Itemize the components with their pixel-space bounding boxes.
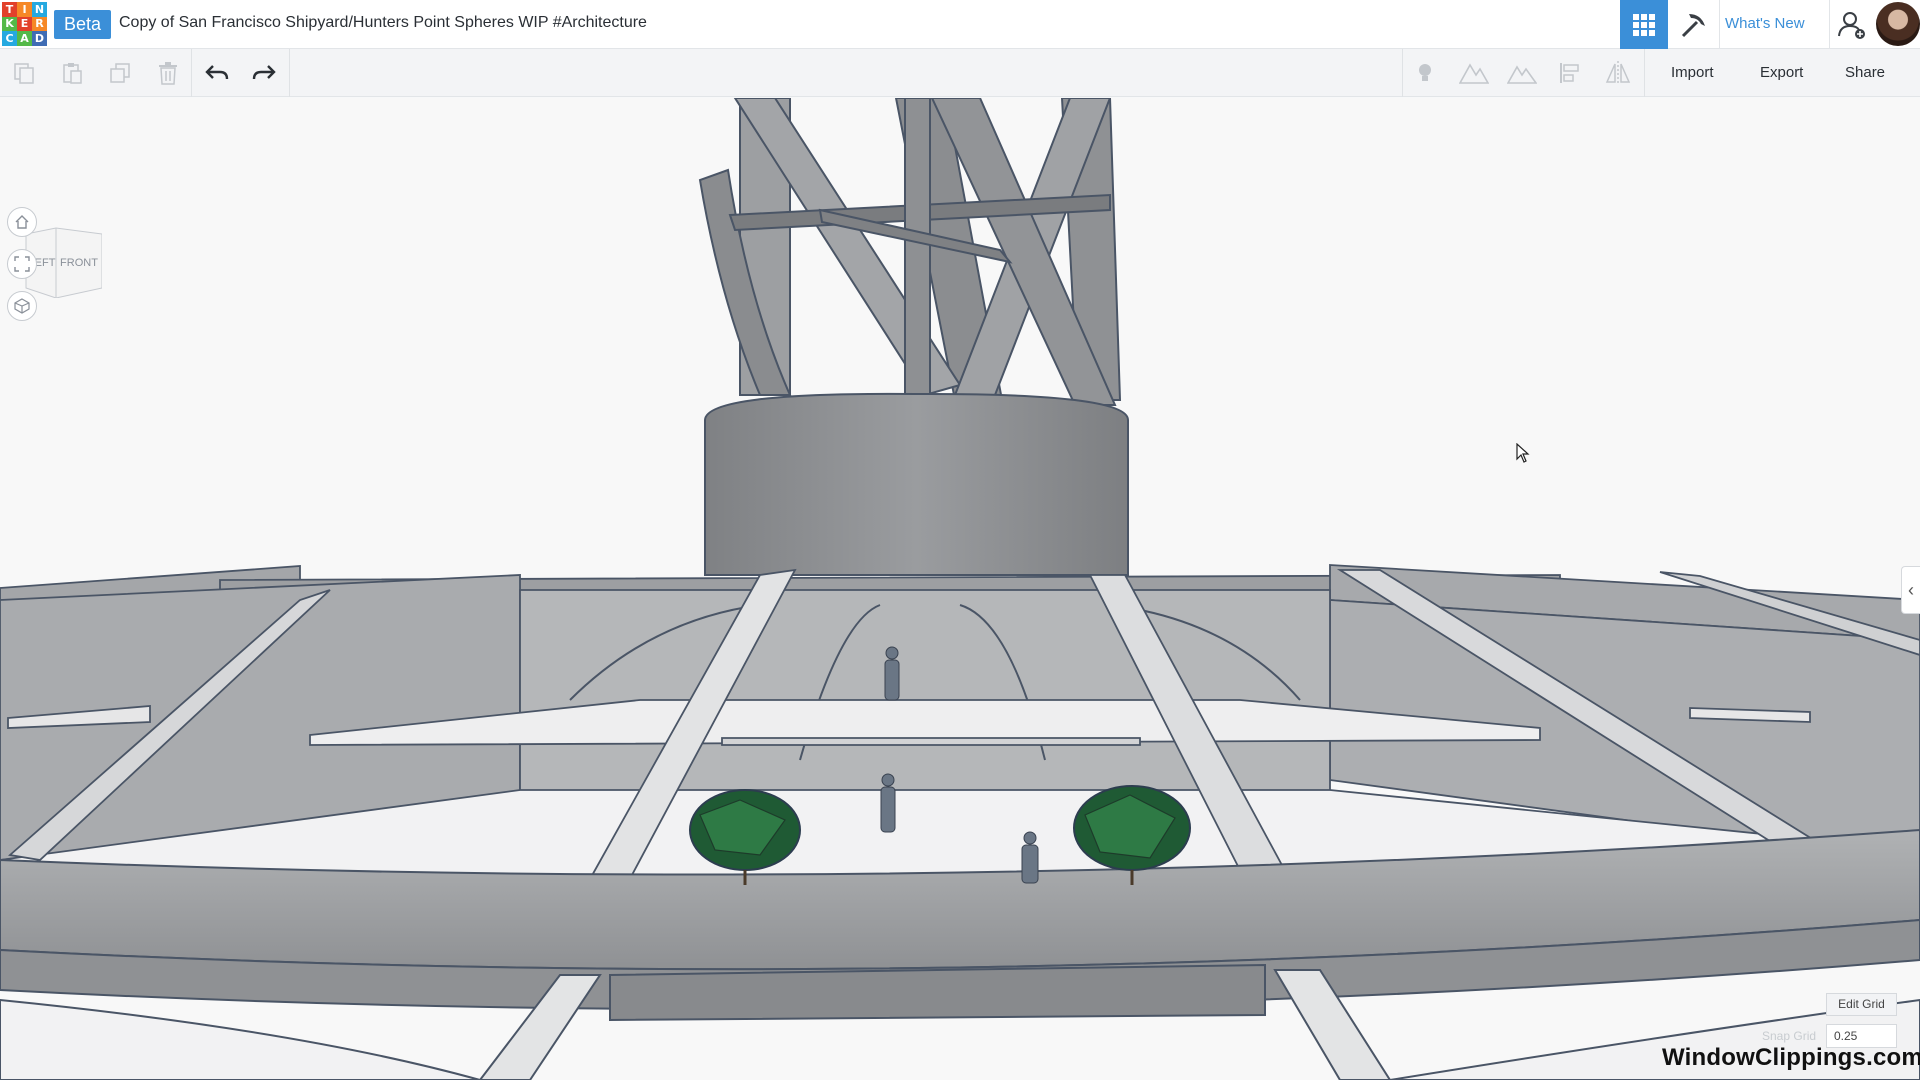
delete-button[interactable] [144, 49, 192, 97]
logo-letter: I [17, 2, 32, 17]
show-all-icon [1459, 63, 1489, 84]
duplicate-button[interactable] [96, 49, 144, 97]
divider [191, 49, 192, 97]
tinkercad-logo[interactable]: T I N K E R C A D [2, 2, 47, 46]
undo-icon [205, 65, 229, 80]
user-avatar[interactable] [1876, 2, 1920, 46]
copy-icon [14, 63, 34, 84]
grid-icon [1633, 13, 1655, 36]
logo-letter: D [32, 31, 47, 46]
top-bar: T I N K E R C A D Beta Copy of San Franc… [0, 0, 1920, 49]
collapse-panel-button[interactable]: ‹ [1901, 566, 1920, 614]
align-button[interactable] [1546, 49, 1594, 97]
logo-letter: A [17, 31, 32, 46]
pickaxe-icon [1681, 13, 1705, 37]
mirror-icon [1605, 61, 1631, 85]
home-view-icon [15, 215, 29, 229]
grid-view-button[interactable] [1620, 0, 1668, 49]
edit-toolbar: Import Export Share [0, 49, 1920, 97]
add-user-button[interactable] [1830, 0, 1874, 49]
chevron-left-icon: ‹ [1908, 580, 1914, 600]
snap-grid-label: Snap Grid [1762, 1029, 1817, 1043]
fit-all-button[interactable] [7, 249, 37, 279]
tower-base-cylinder[interactable] [704, 392, 1129, 576]
share-button[interactable]: Share [1831, 57, 1900, 89]
divider [1644, 49, 1645, 97]
paste-button[interactable] [48, 49, 96, 97]
logo-letter: K [2, 16, 17, 32]
align-icon [1560, 63, 1579, 83]
show-all-button[interactable] [1450, 49, 1498, 97]
divider [289, 49, 290, 97]
fit-all-icon [14, 256, 30, 272]
person-figure[interactable] [884, 646, 900, 701]
mouse-cursor-icon [1516, 443, 1530, 463]
viewcube-front-label: FRONT [60, 257, 98, 269]
person-figure[interactable] [1021, 831, 1039, 884]
redo-icon [252, 65, 276, 80]
hide-button[interactable] [1498, 49, 1546, 97]
3d-scene[interactable] [0, 98, 1920, 1080]
copy-button[interactable] [0, 49, 48, 97]
home-view-button[interactable] [7, 207, 37, 237]
ortho-perspective-button[interactable] [7, 291, 37, 321]
import-button[interactable]: Import [1657, 57, 1728, 89]
logo-letter: R [32, 16, 47, 32]
watermark: WindowClippings.com [1662, 1044, 1920, 1071]
document-title[interactable]: Copy of San Francisco Shipyard/Hunters P… [119, 14, 647, 32]
paste-icon [63, 63, 82, 84]
logo-letter: E [17, 16, 32, 32]
whats-new-link[interactable]: What's New [1725, 15, 1805, 32]
add-user-icon [1838, 11, 1865, 39]
logo-letter: C [2, 31, 17, 46]
light-button[interactable] [1401, 49, 1449, 97]
tower-lattice[interactable] [698, 98, 1122, 406]
person-figure[interactable] [880, 773, 896, 833]
redo-button[interactable] [240, 49, 288, 97]
divider [1719, 0, 1720, 49]
hide-icon [1507, 65, 1537, 84]
beta-badge: Beta [54, 10, 112, 39]
minecraft-button[interactable] [1670, 0, 1718, 49]
light-bulb-icon [1419, 64, 1431, 81]
tinkercad-editor: T I N K E R C A D Beta Copy of San Franc… [0, 0, 1920, 1080]
export-button[interactable]: Export [1746, 57, 1818, 89]
workplane-viewport[interactable]: LEFT FRONT [0, 98, 1920, 1080]
mirror-button[interactable] [1594, 49, 1642, 97]
trash-icon [159, 62, 177, 85]
edit-grid-button[interactable]: Edit Grid [1826, 993, 1897, 1016]
ortho-perspective-icon [14, 298, 30, 314]
logo-letter: T [2, 2, 17, 17]
undo-button[interactable] [193, 49, 241, 97]
logo-letter: N [32, 2, 47, 17]
duplicate-icon [110, 63, 130, 83]
